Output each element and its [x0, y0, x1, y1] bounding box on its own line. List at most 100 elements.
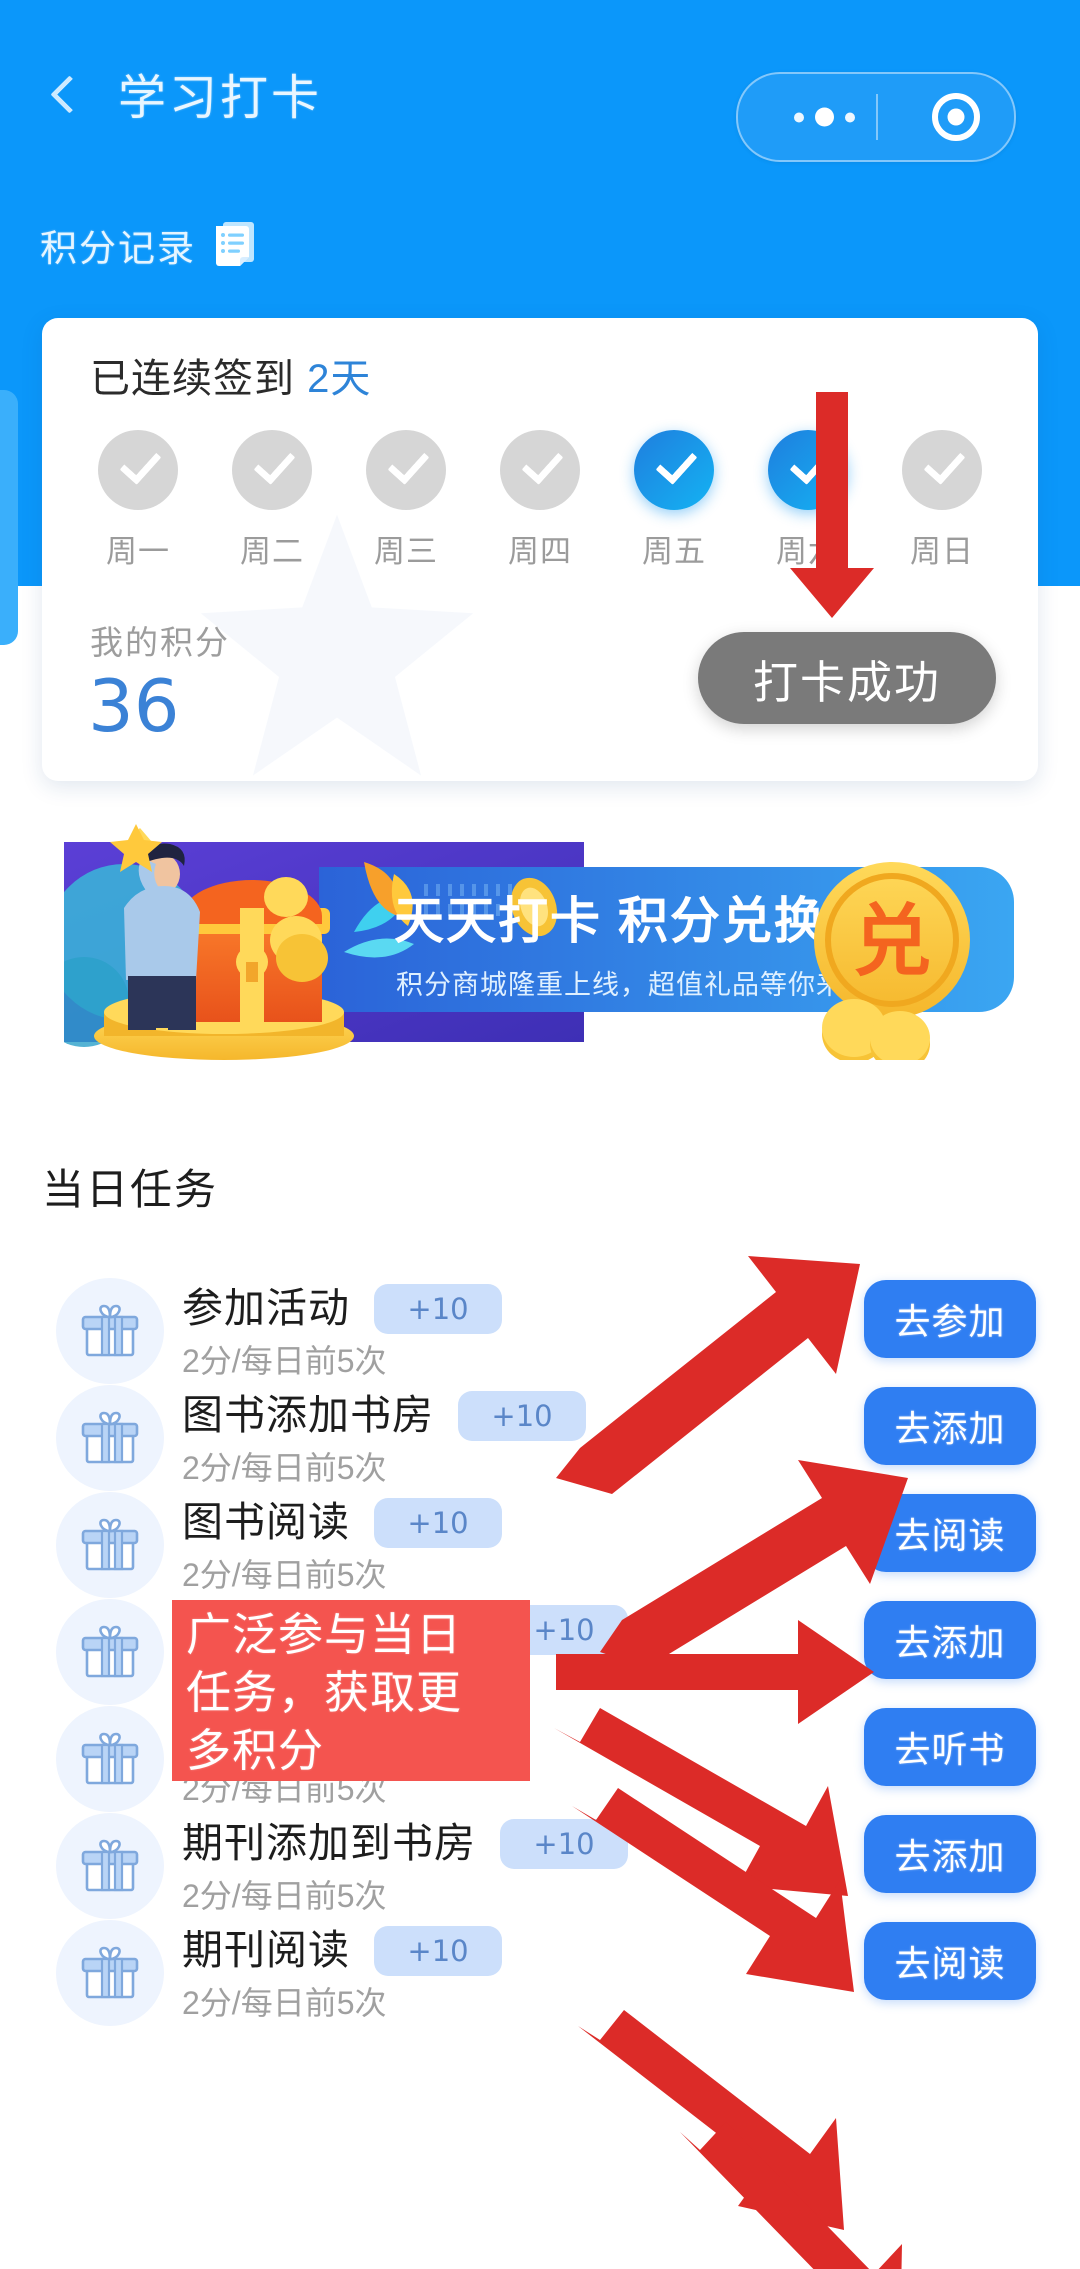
weekday-3[interactable]: 周三	[350, 430, 462, 571]
weekday-7[interactable]: 周日	[886, 430, 998, 571]
task-subtitle: 2分/每日前5次	[182, 1557, 387, 1593]
task-action-button[interactable]: 去阅读	[864, 1494, 1036, 1572]
streak-title: 已连续签到 2天	[90, 346, 371, 404]
weekday-label: 周四	[508, 534, 572, 569]
task-action-button[interactable]: 去添加	[864, 1815, 1036, 1893]
points-record-entry[interactable]: 积分记录	[40, 218, 256, 272]
task-points-badge: +10	[374, 1926, 502, 1976]
task-subtitle: 2分/每日前5次	[182, 1878, 387, 1914]
weekday-label: 周三	[374, 534, 438, 569]
gift-icon	[81, 1411, 139, 1464]
capsule-divider	[876, 94, 878, 140]
task-row[interactable]: 参加活动 +10 2分/每日前5次 去参加	[0, 1278, 1080, 1384]
annotation-callout: 广泛参与当日 任务，获取更 多积分	[172, 1600, 530, 1781]
task-row[interactable]: 图书阅读 +10 2分/每日前5次 去阅读	[0, 1492, 1080, 1598]
weekday-label: 周一	[106, 534, 170, 569]
task-subtitle: 2分/每日前5次	[182, 1450, 387, 1486]
streak-days: 2天	[307, 357, 372, 401]
weekday-label: 周六	[776, 534, 840, 569]
page-title: 学习打卡	[118, 72, 323, 125]
weekday-4[interactable]: 周四	[484, 430, 596, 571]
task-action-button[interactable]: 去添加	[864, 1387, 1036, 1465]
task-action-button[interactable]: 去听书	[864, 1708, 1036, 1786]
task-action-label: 去添加	[894, 1836, 1006, 1877]
task-points-badge: +10	[374, 1284, 502, 1334]
task-row[interactable]: 听书+102分/每日前5次去听书	[0, 1706, 1080, 1812]
task-points-badge: +10	[458, 1391, 586, 1441]
weekday-label: 周日	[910, 534, 974, 569]
tasks-section-heading: 当日任务	[42, 1166, 219, 1213]
card-footer: 我的积分 36 打卡成功	[42, 598, 1038, 781]
task-action-button[interactable]: 去参加	[864, 1280, 1036, 1358]
gift-icon	[81, 1732, 139, 1785]
week-checkin-row: 周一 周二 周三 周四 周五 周六 周日	[82, 430, 998, 571]
check-empty-icon	[366, 430, 446, 510]
task-subtitle: 2分/每日前5次	[182, 1985, 387, 2021]
task-title: 期刊阅读	[182, 1927, 350, 1973]
weekday-1[interactable]: 周一	[82, 430, 194, 571]
streak-title-prefix: 已连续签到	[90, 357, 308, 401]
gift-icon-wrap	[56, 1813, 164, 1919]
task-action-label: 去听书	[894, 1729, 1006, 1770]
check-empty-icon	[500, 430, 580, 510]
weekday-6[interactable]: 周六	[752, 430, 864, 571]
gift-icon	[81, 1839, 139, 1892]
task-action-label: 去添加	[894, 1622, 1006, 1663]
task-title: 图书添加书房	[182, 1392, 434, 1438]
task-action-label: 去参加	[894, 1301, 1006, 1342]
check-filled-icon	[634, 430, 714, 510]
task-title: 图书阅读	[182, 1499, 350, 1545]
banner-artwork: 天天打卡 积分兑换好礼 积分商城隆重上线，超值礼品等你来兑 > 兑	[64, 812, 1016, 1060]
weekday-5[interactable]: 周五	[618, 430, 730, 571]
record-document-icon	[216, 222, 254, 266]
task-points-badge: +10	[500, 1819, 628, 1869]
gift-icon-wrap	[56, 1278, 164, 1384]
points-mall-banner[interactable]: 天天打卡 积分兑换好礼 积分商城隆重上线，超值礼品等你来兑 > 兑	[64, 812, 1016, 1060]
task-points-badge: +10	[374, 1498, 502, 1548]
annotation-line-1: 广泛参与当日	[186, 1609, 463, 1660]
gift-icon	[81, 1946, 139, 1999]
task-row[interactable]: 听书添加到书房+102分/每日前5次去添加	[0, 1599, 1080, 1705]
task-action-button[interactable]: 去添加	[864, 1601, 1036, 1679]
checkin-success-button[interactable]: 打卡成功	[698, 632, 996, 724]
gift-icon	[81, 1625, 139, 1678]
gift-icon-wrap	[56, 1920, 164, 2026]
annotation-line-3: 多积分	[186, 1725, 325, 1777]
task-action-label: 去阅读	[894, 1943, 1006, 1984]
signin-card: 已连续签到 2天 周一 周二 周三 周四 周五 周六 周日 我的积分 36 打卡成功	[42, 318, 1038, 781]
task-title: 参加活动	[182, 1285, 350, 1331]
task-row[interactable]: 期刊阅读 +10 2分/每日前5次 去阅读	[0, 1920, 1080, 2026]
my-points-label: 我的积分	[90, 624, 230, 661]
gift-icon-wrap	[56, 1599, 164, 1705]
task-row[interactable]: 图书添加书房 +10 2分/每日前5次 去添加	[0, 1385, 1080, 1491]
gift-icon-wrap	[56, 1492, 164, 1598]
check-empty-icon	[98, 430, 178, 510]
gift-icon	[81, 1518, 139, 1571]
weekday-label: 周二	[240, 534, 304, 569]
points-record-label: 积分记录	[40, 228, 196, 269]
annotation-line-2: 任务，获取更	[186, 1667, 463, 1719]
check-empty-icon	[902, 430, 982, 510]
back-icon[interactable]	[46, 78, 80, 112]
banner-coin-text: 兑	[853, 897, 931, 985]
weekday-2[interactable]: 周二	[216, 430, 328, 571]
checkin-button-label: 打卡成功	[752, 656, 941, 708]
my-points-value: 36	[88, 664, 180, 748]
side-panel-peek[interactable]	[0, 390, 18, 645]
task-action-label: 去阅读	[894, 1515, 1006, 1556]
miniprogram-capsule[interactable]	[736, 72, 1016, 162]
check-filled-icon	[768, 430, 848, 510]
check-empty-icon	[232, 430, 312, 510]
nav-bar: 学习打卡	[0, 32, 1080, 162]
task-subtitle: 2分/每日前5次	[182, 1343, 387, 1379]
target-circle-icon[interactable]	[932, 93, 980, 141]
weekday-label: 周五	[642, 534, 706, 569]
more-dots-icon[interactable]	[794, 107, 855, 127]
task-title: 期刊添加到书房	[182, 1820, 476, 1866]
task-action-label: 去添加	[894, 1408, 1006, 1449]
gift-icon	[81, 1304, 139, 1357]
gift-icon-wrap	[56, 1706, 164, 1812]
task-row[interactable]: 期刊添加到书房 +10 2分/每日前5次 去添加	[0, 1813, 1080, 1919]
gift-icon-wrap	[56, 1385, 164, 1491]
task-action-button[interactable]: 去阅读	[864, 1922, 1036, 2000]
